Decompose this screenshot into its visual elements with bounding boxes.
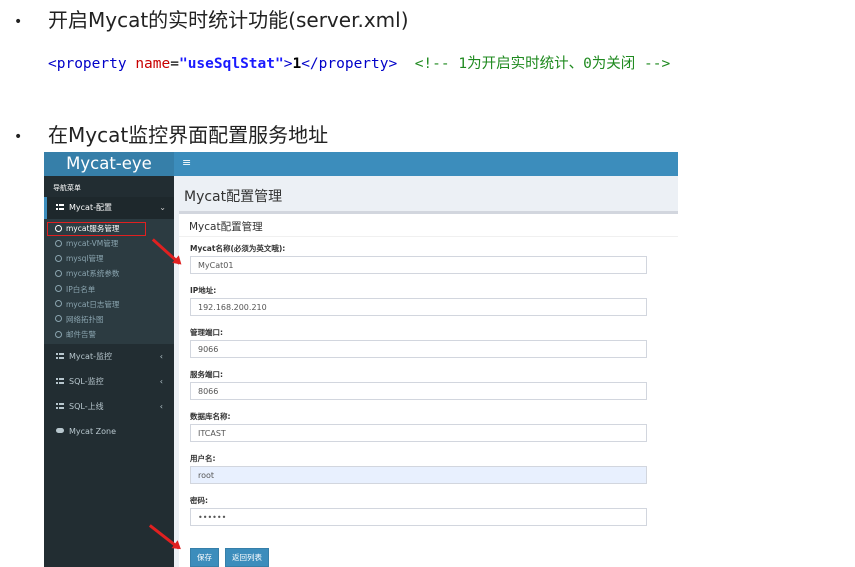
ip-address-input[interactable]: 192.168.200.210: [190, 298, 647, 316]
config-form-box: Mycat配置管理 Mycat名称(必须为英文哦): MyCat01 IP地址:…: [179, 211, 678, 567]
hamburger-menu-icon[interactable]: ≡: [182, 156, 191, 169]
code-attr-name: name: [135, 56, 171, 72]
code-inner-value: 1: [292, 56, 302, 72]
submenu-item-mail-alert[interactable]: 邮件告警: [44, 327, 174, 342]
list-icon: [56, 402, 64, 409]
ip-address-label: IP地址:: [190, 286, 217, 295]
save-button[interactable]: 保存: [190, 548, 219, 567]
circle-icon: [55, 239, 62, 247]
nav-header: 导航菜单: [53, 184, 81, 192]
mycat-eye-screenshot: Mycat-eye 导航菜单 Mycat-配置 ⌄ mycat服务管理 myca…: [44, 152, 678, 567]
submenu-item-label: mycat系统参数: [66, 269, 120, 279]
submenu-item-ip-whitelist[interactable]: IP白名单: [44, 282, 174, 297]
admin-port-input[interactable]: 9066: [190, 340, 647, 358]
chevron-down-icon: ⌄: [159, 203, 166, 212]
circle-icon: [55, 269, 62, 277]
submenu-item-mysql[interactable]: mysql管理: [44, 251, 174, 266]
bullet-dot: •: [14, 128, 23, 145]
circle-icon: [55, 315, 62, 323]
sidebar-item-sql-online[interactable]: SQL-上线 ‹: [44, 394, 174, 419]
circle-icon: [55, 330, 62, 338]
database-name-label: 数据库名称:: [190, 412, 231, 421]
mycat-name-label: Mycat名称(必须为英文哦):: [190, 244, 286, 253]
sidebar-item-label: Mycat-监控: [69, 352, 112, 362]
password-input[interactable]: ••••••: [190, 508, 647, 526]
sidebar-item-label: SQL-上线: [69, 402, 104, 412]
submenu-item-label: 网络拓扑图: [66, 314, 104, 324]
sidebar: Mycat-eye 导航菜单 Mycat-配置 ⌄ mycat服务管理 myca…: [44, 152, 174, 567]
submenu-item-label: 邮件告警: [66, 330, 96, 340]
top-navbar: ≡: [174, 152, 678, 176]
submenu-item-label: mycat日志管理: [66, 299, 120, 309]
database-name-input[interactable]: ITCAST: [190, 424, 647, 442]
sidebar-item-mycat-zone[interactable]: Mycat Zone: [44, 419, 174, 444]
sidebar-item-label: SQL-监控: [69, 377, 104, 387]
service-port-label: 服务端口:: [190, 370, 223, 379]
code-comment: <!-- 1为开启实时统计、0为关闭 -->: [414, 56, 671, 72]
chevron-left-icon: ‹: [159, 377, 163, 387]
bullet-point-2: • 在Mycat监控界面配置服务地址: [14, 119, 328, 148]
submenu-item-topology[interactable]: 网络拓扑图: [44, 312, 174, 327]
mycat-name-input[interactable]: MyCat01: [190, 256, 647, 274]
submenu-item-label: IP白名单: [66, 284, 96, 294]
back-to-list-button[interactable]: 返回列表: [225, 548, 269, 567]
bullet-point-1: • 开启Mycat的实时统计功能(server.xml): [14, 4, 409, 33]
chevron-left-icon: ‹: [159, 352, 163, 362]
username-label: 用户名:: [190, 454, 216, 463]
code-attr-value: "useSqlStat": [178, 56, 284, 72]
circle-icon: [55, 285, 62, 293]
circle-icon: [55, 224, 62, 232]
password-label: 密码:: [190, 496, 208, 505]
list-icon: [56, 203, 64, 210]
box-title: Mycat配置管理: [179, 214, 678, 237]
list-icon: [56, 352, 64, 359]
cloud-icon: [56, 428, 64, 434]
service-port-input[interactable]: 8066: [190, 382, 647, 400]
xml-code-line: <property name="useSqlStat">1</property>…: [48, 52, 670, 73]
submenu-item-label: mycat-VM管理: [66, 239, 119, 248]
chevron-left-icon: ‹: [159, 402, 163, 412]
bullet-text-2: 在Mycat监控界面配置服务地址: [48, 123, 329, 147]
submenu-item-system-params[interactable]: mycat系统参数: [44, 266, 174, 281]
sidebar-item-label: Mycat-配置: [69, 203, 112, 212]
sidebar-item-mycat-monitor[interactable]: Mycat-监控 ‹: [44, 344, 174, 369]
submenu-item-label: mysql管理: [66, 254, 104, 264]
code-open-tag: <property: [48, 56, 136, 72]
circle-icon: [55, 300, 62, 308]
circle-icon: [55, 254, 62, 262]
sidebar-item-label: Mycat Zone: [69, 427, 116, 437]
submenu-item-log[interactable]: mycat日志管理: [44, 297, 174, 312]
app-logo[interactable]: Mycat-eye: [44, 152, 174, 176]
code-end-tag: </property>: [301, 56, 398, 72]
submenu-item-label: mycat服务管理: [66, 224, 120, 233]
main-content: Mycat配置管理 Mycat配置管理 Mycat名称(必须为英文哦): MyC…: [174, 176, 678, 567]
sidebar-item-sql-monitor[interactable]: SQL-监控 ‹: [44, 369, 174, 394]
admin-port-label: 管理端口:: [190, 328, 223, 337]
page-title: Mycat配置管理: [184, 189, 283, 205]
code-equals: =: [170, 56, 179, 72]
bullet-text-1: 开启Mycat的实时统计功能(server.xml): [48, 8, 409, 32]
list-icon: [56, 377, 64, 384]
bullet-dot: •: [14, 13, 23, 30]
config-submenu: mycat服务管理 mycat-VM管理 mysql管理 mycat系统参数 I…: [44, 219, 174, 345]
sidebar-item-mycat-config[interactable]: Mycat-配置 ⌄: [44, 197, 174, 219]
username-input[interactable]: root: [190, 466, 647, 484]
submenu-item-mycat-service[interactable]: mycat服务管理: [47, 222, 146, 236]
